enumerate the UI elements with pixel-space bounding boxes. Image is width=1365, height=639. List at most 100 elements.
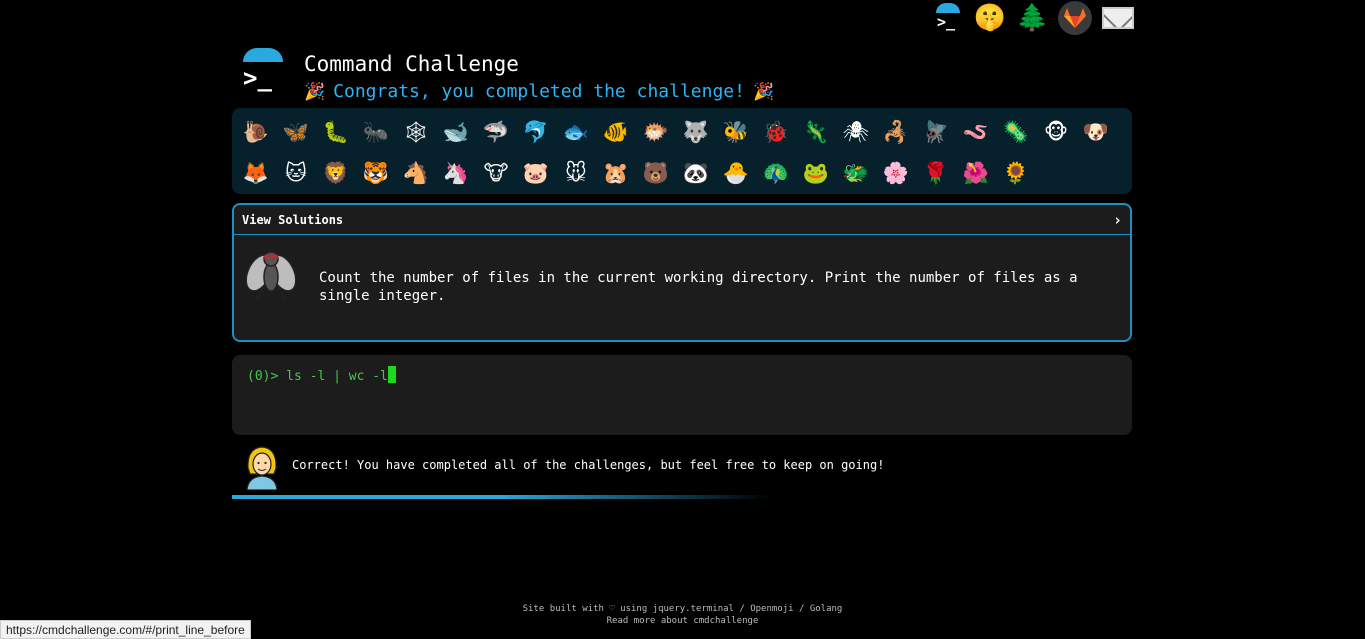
- challenge-cell[interactable]: 🦎: [796, 112, 836, 152]
- terminal-logo-icon[interactable]: >_: [237, 48, 285, 96]
- challenge-emoji-icon: 🐮: [483, 161, 509, 185]
- challenge-cell[interactable]: 🌹: [916, 153, 956, 193]
- challenge-cell[interactable]: 🐱: [276, 153, 316, 193]
- challenge-cell[interactable]: 🐞: [756, 112, 796, 152]
- challenge-cell[interactable]: 🕷: [836, 112, 876, 152]
- challenge-cell[interactable]: 🕸: [396, 112, 436, 152]
- challenge-emoji-icon: 🦚: [762, 160, 790, 185]
- challenge-emoji-icon: 🪱: [962, 119, 990, 144]
- challenge-cell[interactable]: 🦋: [276, 112, 316, 152]
- terminal-prompt: (0)>: [247, 369, 279, 384]
- challenge-emoji-icon: 🐟: [562, 119, 590, 144]
- openmoji-link[interactable]: Openmoji: [750, 604, 793, 614]
- challenge-cell[interactable]: 🐠: [596, 112, 636, 152]
- top-nav: >_ 🤫 🌲: [930, 0, 1135, 36]
- challenge-cell[interactable]: 🪰: [916, 112, 956, 152]
- challenge-emoji-icon: 🐞: [762, 119, 790, 144]
- challenge-emoji-icon: 🪰: [922, 119, 950, 144]
- challenge-cell[interactable]: 🐸: [796, 153, 836, 193]
- challenge-emoji-icon: 🐛: [322, 119, 350, 144]
- challenge-emoji-icon: 🐡: [642, 119, 670, 144]
- challenge-emoji-icon: 🌻: [1002, 160, 1030, 185]
- challenge-emoji-icon: 🐻: [642, 160, 670, 185]
- congrats-text: Congrats, you completed the challenge!: [333, 81, 745, 102]
- challenge-cell[interactable]: 🌸: [876, 153, 916, 193]
- challenge-emoji-icon: 🦠: [1002, 119, 1030, 144]
- challenge-cell[interactable]: 🐻: [636, 153, 676, 193]
- challenge-cell[interactable]: 🪱: [956, 112, 996, 152]
- challenge-emoji-icon: 🦋: [282, 119, 310, 144]
- challenge-cell[interactable]: 🐋: [436, 112, 476, 152]
- gitlab-icon[interactable]: [1058, 1, 1093, 35]
- result-message: Correct! You have completed all of the c…: [232, 441, 1132, 493]
- challenge-emoji-icon: 🦁: [322, 160, 350, 185]
- envelope-icon[interactable]: [1101, 1, 1135, 35]
- challenge-cell[interactable]: 🐝: [716, 112, 756, 152]
- challenge-emoji-icon: 🦈: [482, 119, 510, 144]
- result-text: Correct! You have completed all of the c…: [292, 458, 885, 472]
- party-popper-icon: 🎉: [752, 81, 775, 102]
- challenge-emoji-icon: 🐼: [682, 160, 710, 185]
- status-bar-url: https://cmdchallenge.com/#/print_line_be…: [0, 620, 251, 639]
- challenge-cell[interactable]: 🐷: [516, 153, 556, 193]
- challenge-cell[interactable]: 🐭: [556, 153, 596, 193]
- challenge-cell[interactable]: 🐹: [596, 153, 636, 193]
- footer-separator: /: [733, 604, 751, 614]
- challenge-cell[interactable]: 🦂: [876, 112, 916, 152]
- view-solutions-label: View Solutions: [242, 212, 344, 227]
- footer-prefix: Site built with ♡ using: [522, 604, 653, 614]
- woman-avatar-icon: [244, 444, 280, 491]
- challenge-emoji-icon: 🐺: [682, 119, 710, 144]
- challenge-emoji-icon: 🐴: [402, 160, 430, 185]
- congrats-message: 🎉 Congrats, you completed the challenge!…: [304, 81, 774, 102]
- golang-link[interactable]: Golang: [810, 604, 843, 614]
- terminal-input[interactable]: (0)> ls -l | wc -l: [232, 355, 1132, 435]
- challenge-cell[interactable]: 🐴: [396, 153, 436, 193]
- terminal-cursor: [387, 366, 396, 383]
- challenge-cell[interactable]: 🐌: [236, 112, 276, 152]
- challenge-cell[interactable]: 🐣: [716, 153, 756, 193]
- challenge-description: Count the number of files in the current…: [319, 270, 1078, 304]
- challenge-emoji-icon: 🌹: [922, 160, 950, 185]
- challenge-cell[interactable]: 🦠: [996, 112, 1036, 152]
- challenge-cell[interactable]: 🐲: [836, 153, 876, 193]
- challenge-cell[interactable]: 🦄: [436, 153, 476, 193]
- challenge-cell[interactable]: 🐮: [476, 153, 516, 193]
- challenge-cell[interactable]: 🦈: [476, 112, 516, 152]
- challenge-grid: 🐌 🦋 🐛 🐜 🕸 🐋 🦈 🐬 🐟 🐠 🐡 🐺 🐝 🐞 🦎 🕷 🦂 🪰 🪱 🦠 🐵 🐶 🦊 🐱 🦁 🐯 🐴 🦄 🐮 🐷 🐭 🐹 🐻 🐼 🐣 🦚 🐸 🐲 🌸 🌹…: [232, 108, 1132, 194]
- challenge-cell[interactable]: 🦁: [316, 153, 356, 193]
- challenge-cell[interactable]: 🐛: [316, 112, 356, 152]
- challenge-cell[interactable]: 🐶: [1076, 112, 1116, 152]
- challenge-cell[interactable]: 🐡: [636, 112, 676, 152]
- challenge-emoji-icon: 🐌: [242, 119, 270, 144]
- challenge-cell[interactable]: 🦊: [236, 153, 276, 193]
- progress-bar: [232, 495, 772, 499]
- terminal-logo-icon[interactable]: >_: [930, 1, 964, 35]
- challenge-cell[interactable]: 🐜: [356, 112, 396, 152]
- jquery-terminal-link[interactable]: jquery.terminal: [653, 604, 734, 614]
- challenge-cell[interactable]: 🦚: [756, 153, 796, 193]
- challenge-emoji-icon: 🐸: [802, 160, 830, 185]
- challenge-panel: View Solutions › Count the number of fil…: [232, 203, 1132, 342]
- view-solutions-toggle[interactable]: View Solutions ›: [234, 205, 1130, 235]
- challenge-emoji-icon: 🌸: [882, 160, 910, 185]
- challenge-cell[interactable]: 🐯: [356, 153, 396, 193]
- evergreen-tree-icon[interactable]: 🌲: [1016, 1, 1050, 35]
- challenge-emoji-icon: 🐱: [285, 161, 307, 185]
- chevron-right-icon: ›: [1112, 210, 1122, 229]
- challenge-cell[interactable]: 🌺: [956, 153, 996, 193]
- challenge-cell[interactable]: 🐬: [516, 112, 556, 152]
- challenge-cell[interactable]: 🐼: [676, 153, 716, 193]
- challenge-cell[interactable]: 🐟: [556, 112, 596, 152]
- challenge-cell[interactable]: 🐵: [1036, 112, 1076, 152]
- challenge-emoji-icon: 🐯: [362, 160, 390, 185]
- shushing-face-icon[interactable]: 🤫: [973, 1, 1007, 35]
- party-popper-icon: 🎉: [304, 81, 326, 102]
- challenge-emoji-icon: 🌺: [962, 160, 990, 185]
- challenge-cell[interactable]: 🐺: [676, 112, 716, 152]
- challenge-emoji-icon: 🐬: [522, 119, 550, 144]
- challenge-emoji-icon: 🦎: [802, 119, 830, 144]
- challenge-emoji-icon: 🐝: [722, 119, 750, 144]
- challenge-emoji-icon: 🦄: [442, 160, 470, 185]
- challenge-cell[interactable]: 🌻: [996, 153, 1036, 193]
